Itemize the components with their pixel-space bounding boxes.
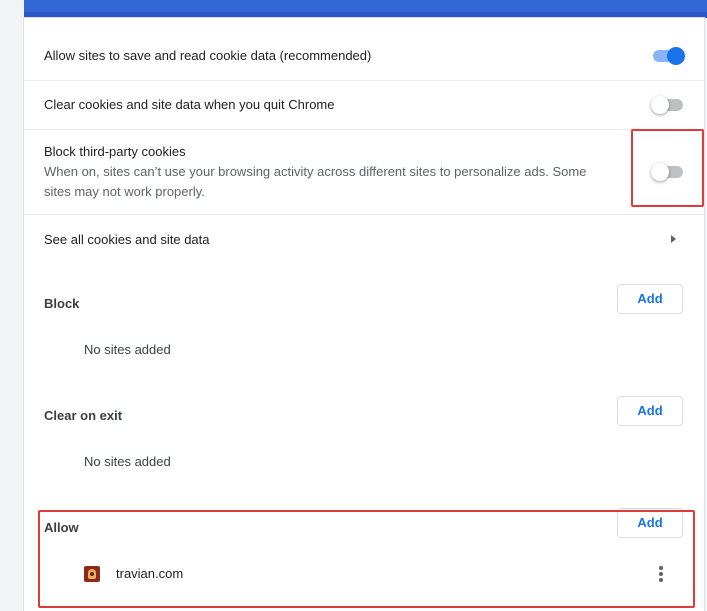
header-bar [24, 0, 707, 18]
clear-on-quit-row[interactable]: Clear cookies and site data when you qui… [24, 81, 704, 129]
allow-cookies-label: Allow sites to save and read cookie data… [44, 48, 372, 63]
toggle-knob [667, 47, 685, 65]
clear-on-quit-label: Clear cookies and site data when you qui… [44, 97, 335, 112]
allow-cookies-toggle[interactable] [651, 47, 685, 65]
toggle-knob [651, 96, 669, 114]
clear-on-exit-empty-text: No sites added [84, 454, 171, 469]
clear-on-quit-toggle[interactable] [651, 96, 683, 114]
block-third-party-description: When on, sites can’t use your browsing a… [44, 164, 587, 199]
highlight-box-allow-section [38, 510, 695, 608]
clear-on-exit-add-button[interactable]: Add [617, 396, 683, 426]
block-third-party-label: Block third-party cookies [44, 144, 186, 159]
clear-on-exit-section-title: Clear on exit [44, 408, 123, 423]
block-third-party-row[interactable]: Block third-party cookies When on, sites… [24, 130, 704, 214]
highlight-box-toggle [631, 129, 704, 207]
see-all-cookies-row[interactable]: See all cookies and site data [24, 215, 704, 261]
block-section-title: Block [44, 296, 80, 311]
block-add-button[interactable]: Add [617, 284, 683, 314]
see-all-cookies-label: See all cookies and site data [44, 232, 210, 247]
allow-cookies-row[interactable]: Allow sites to save and read cookie data… [24, 18, 704, 80]
chevron-right-icon [671, 235, 676, 243]
block-empty-text: No sites added [84, 342, 171, 357]
